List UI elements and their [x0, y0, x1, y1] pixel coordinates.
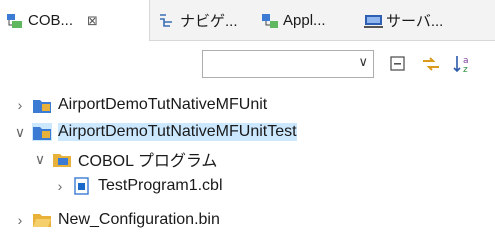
link-with-editor-icon[interactable] [420, 53, 442, 75]
chevron-down-icon[interactable]: ∨ [34, 151, 46, 168]
tab-label: サーバ... [386, 13, 444, 30]
server-icon [364, 12, 383, 30]
tree-item-label: AirportDemoTutNativeMFUnitTest [58, 123, 297, 141]
tree-item-configuration[interactable]: › New_Configuration.bin [14, 207, 220, 233]
tree-item-project-test[interactable]: ∨ AirportDemoTutNativeMFUnitTest [14, 119, 297, 145]
chevron-right-icon[interactable]: › [54, 178, 66, 194]
tree-item-label: AirportDemoTutNativeMFUnit [58, 96, 268, 113]
folder-icon [32, 211, 52, 229]
cobol-project-icon [32, 123, 52, 141]
sort-icon[interactable]: az [452, 53, 474, 75]
chevron-right-icon[interactable]: › [14, 97, 26, 113]
view-toolbar: ∨ az [0, 41, 495, 81]
tab-navigator[interactable]: ナビゲ... [152, 0, 252, 41]
view-tab-bar: COB... ⊠ ナビゲ... Appl... サーバ... [0, 0, 495, 41]
tab-application-explorer[interactable]: Appl... [255, 0, 355, 41]
filter-combo[interactable]: ∨ [202, 50, 374, 78]
tab-servers[interactable]: サーバ... [358, 0, 468, 41]
cobol-project-icon [32, 96, 52, 114]
tree-item-project[interactable]: › AirportDemoTutNativeMFUnit [14, 92, 267, 118]
tab-label: Appl... [283, 12, 326, 29]
chevron-right-icon[interactable]: › [14, 212, 26, 228]
tab-cobol-explorer[interactable]: COB... ⊠ [0, 0, 150, 41]
cobol-programs-folder-icon [52, 150, 72, 168]
navigator-icon [158, 12, 176, 30]
tree-item-label: COBOL プログラム [78, 153, 218, 170]
tree-item-label: New_Configuration.bin [58, 211, 220, 228]
application-explorer-icon [261, 12, 279, 30]
chevron-down-icon[interactable]: ∨ [358, 54, 368, 70]
tab-label: COB... [28, 12, 74, 29]
collapse-all-icon[interactable] [388, 53, 410, 75]
svg-text:z: z [463, 65, 468, 75]
project-explorer-icon [6, 12, 24, 30]
close-tab-icon[interactable]: ⊠ [87, 13, 98, 29]
tab-label: ナビゲ... [180, 13, 238, 30]
tree-item-test-program[interactable]: › TestProgram1.cbl [54, 173, 223, 199]
tree-item-label: TestProgram1.cbl [98, 177, 223, 194]
cobol-file-icon [72, 177, 92, 195]
chevron-down-icon[interactable]: ∨ [14, 124, 26, 141]
tree-item-cobol-programs[interactable]: ∨ COBOL プログラム [34, 146, 218, 172]
